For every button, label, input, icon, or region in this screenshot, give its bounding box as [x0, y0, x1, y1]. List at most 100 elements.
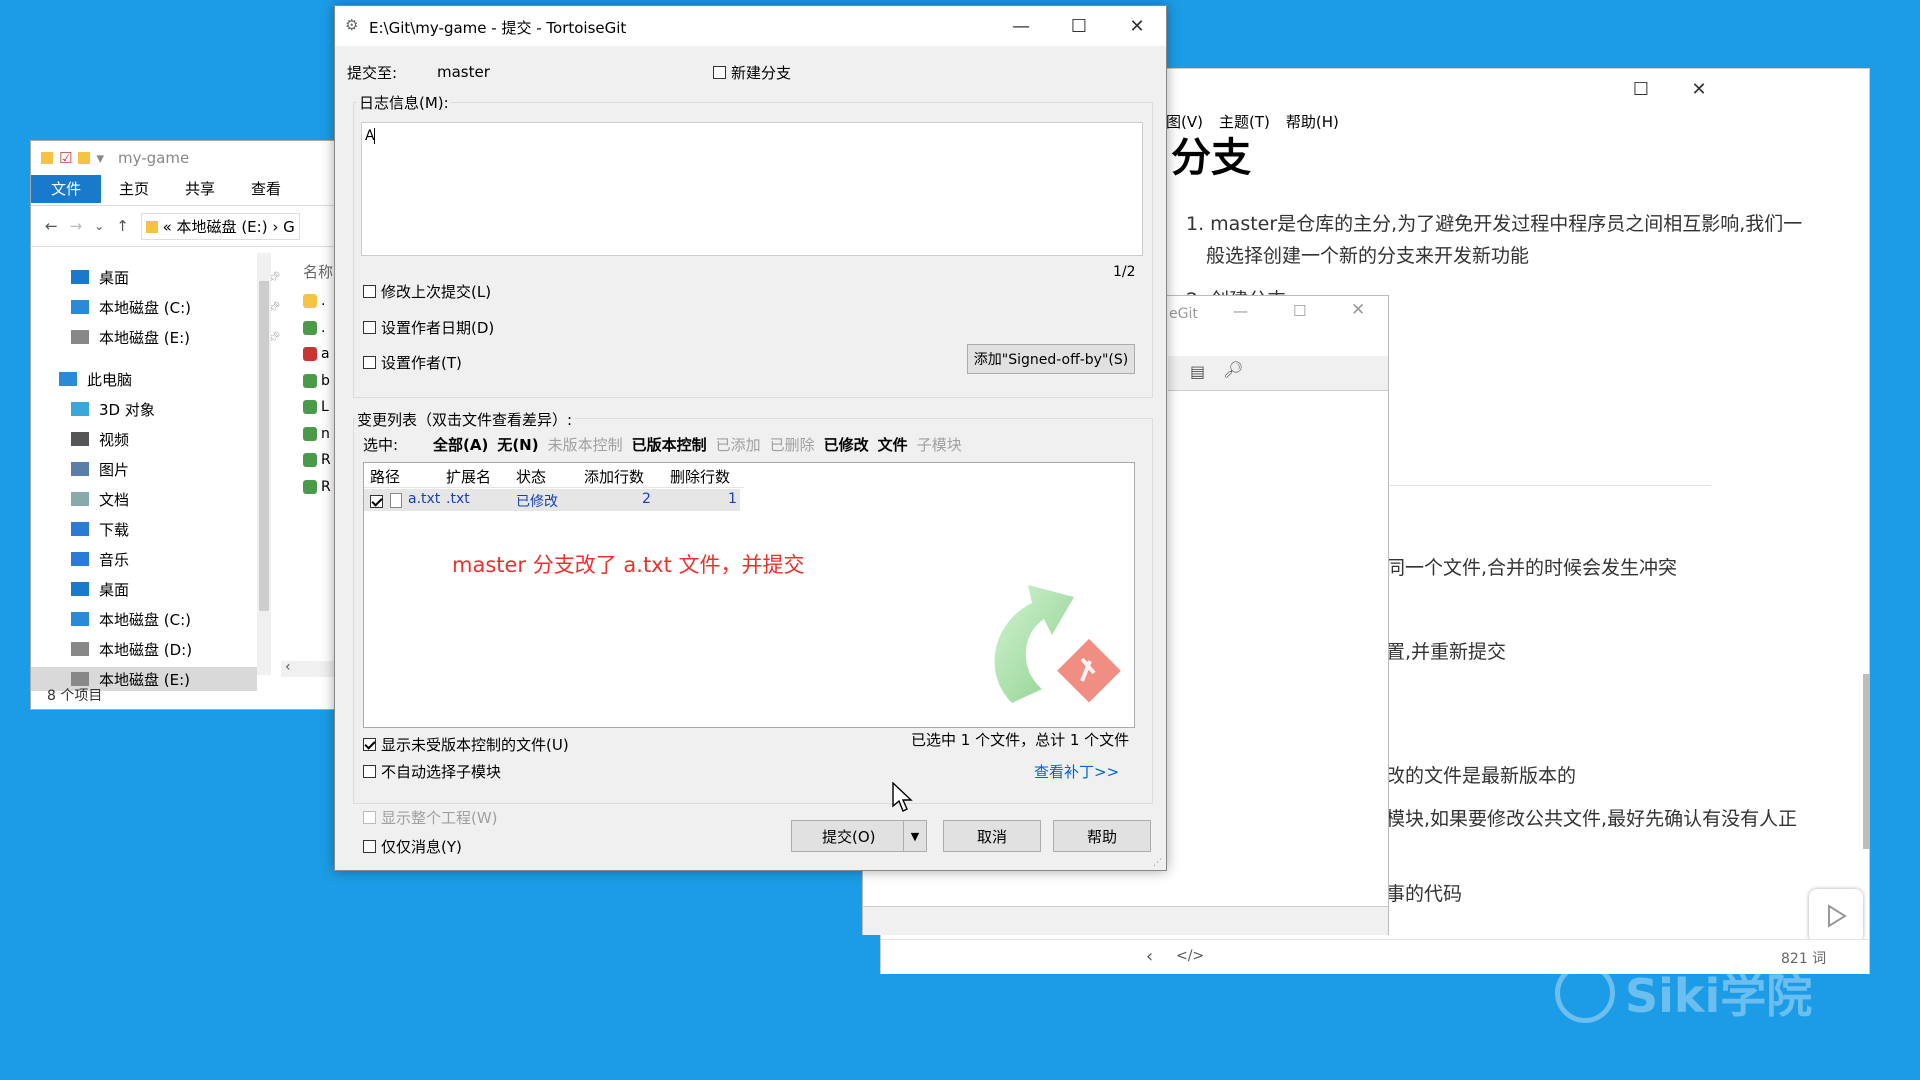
nav-scrollbar[interactable] [257, 253, 271, 675]
filter-link[interactable]: 无(N) [497, 434, 538, 455]
filter-link[interactable]: 已版本控制 [632, 434, 707, 455]
doc-close-button[interactable]: ✕ [1670, 69, 1728, 109]
no-autoselect-submodule-checkbox[interactable]: 不自动选择子模块 [363, 761, 501, 782]
ribbon-tab-view[interactable]: 查看 [233, 175, 299, 203]
sidebar-item[interactable]: 音乐 [71, 547, 129, 571]
commit-message-input[interactable]: A [361, 122, 1143, 256]
list-item[interactable]: R [303, 479, 331, 495]
filter-link[interactable]: 已修改 [824, 434, 869, 455]
log-minimize-button[interactable]: — [1233, 302, 1248, 320]
file-status-icon [303, 347, 317, 361]
new-branch-checkbox[interactable]: 新建分支 [713, 62, 791, 83]
sidebar-item[interactable]: 本地磁盘 (C:) 📌︎ [71, 295, 281, 319]
find-icon[interactable]: 🔎︎ [1223, 360, 1243, 379]
code-view-icon[interactable]: </> [1176, 948, 1204, 964]
file-column-name[interactable]: 名称 [303, 261, 333, 282]
table-row[interactable]: a.txt .txt 已修改 2 1 [364, 489, 740, 511]
commit-button-label: 提交(O) [822, 827, 876, 846]
help-button[interactable]: 帮助 [1053, 820, 1151, 852]
set-author-checkbox[interactable]: 设置作者(T) [363, 352, 462, 373]
dialog-close-button[interactable]: ✕ [1108, 6, 1166, 46]
file-list-view[interactable]: 路径 扩展名 状态 添加行数 删除行数 a.txt .txt 已修改 2 1 m… [363, 462, 1135, 728]
download-icon [71, 522, 89, 536]
show-unversioned-checkbox[interactable]: 显示未受版本控制的文件(U) [363, 734, 569, 755]
ribbon-tab-share[interactable]: 共享 [167, 175, 233, 203]
list-item[interactable]: . [303, 293, 325, 309]
commit-button[interactable]: 提交(O) ▼ [791, 820, 927, 852]
col-status[interactable]: 状态 [516, 466, 546, 487]
no-autoselect-box[interactable] [363, 765, 376, 778]
dropdown-icon[interactable]: ▾ [96, 149, 104, 167]
log-maximize-button[interactable]: ☐ [1293, 302, 1306, 320]
list-item[interactable]: . [303, 320, 325, 336]
message-only-label: 仅仅消息(Y) [381, 838, 462, 856]
sidebar-item[interactable]: 本地磁盘 (C:) [71, 607, 191, 631]
tortoisegit-commit-watermark-icon [994, 585, 1121, 703]
ribbon-tab-home[interactable]: 主页 [101, 175, 167, 203]
signed-off-by-button[interactable]: 添加"Signed-off-by"(S) [967, 344, 1135, 374]
chevron-left-icon[interactable]: ‹ [1146, 946, 1153, 967]
doc-menu-help[interactable]: 帮助(H) [1286, 111, 1339, 132]
resize-grip-icon[interactable]: ⋰ [1153, 858, 1162, 868]
sidebar-item[interactable]: 下载 [71, 517, 129, 541]
message-only-box[interactable] [363, 840, 376, 853]
file-checkbox[interactable] [370, 494, 383, 508]
set-author-box[interactable] [363, 356, 376, 369]
list-item[interactable]: b [303, 373, 330, 389]
sidebar-item[interactable]: 桌面 [71, 577, 129, 601]
explorer-ribbon: 文件 主页 共享 查看 [31, 175, 341, 203]
h-scrollbar[interactable]: ‹ [281, 659, 341, 677]
set-author-date-checkbox[interactable]: 设置作者日期(D) [363, 317, 494, 338]
sidebar-item[interactable]: 图片 [71, 457, 129, 481]
list-item[interactable]: a [303, 346, 330, 362]
forward-arrow-icon[interactable]: → [70, 217, 83, 235]
new-branch-box[interactable] [713, 66, 726, 79]
back-arrow-icon[interactable]: ← [45, 217, 58, 235]
doc-scrollbar[interactable] [1863, 674, 1870, 849]
col-ext[interactable]: 扩展名 [446, 466, 491, 487]
commit-dropdown-icon[interactable]: ▼ [903, 821, 926, 851]
sidebar-item-label: 本地磁盘 (E:) [99, 328, 191, 347]
ribbon-tab-file[interactable]: 文件 [31, 175, 101, 203]
sidebar-item[interactable]: 本地磁盘 (E:) 📌︎ [71, 325, 281, 349]
col-path[interactable]: 路径 [370, 466, 400, 487]
folder-icon [145, 221, 158, 233]
doc-maximize-button[interactable]: ☐ [1612, 69, 1670, 109]
up-arrow-icon[interactable]: ↑ [116, 217, 129, 235]
address-path[interactable]: « 本地磁盘 (E:) › G [140, 212, 300, 240]
sidebar-item[interactable]: 3D 对象 [71, 397, 155, 421]
sidebar-item[interactable]: 本地磁盘 (D:) [71, 637, 192, 661]
dialog-minimize-button[interactable]: — [992, 6, 1050, 46]
cancel-button[interactable]: 取消 [943, 820, 1041, 852]
text-cursor [374, 128, 375, 144]
sidebar-item[interactable]: 文档 [71, 487, 129, 511]
show-unversioned-box[interactable] [363, 738, 376, 751]
amend-checkbox[interactable]: 修改上次提交(L) [363, 281, 491, 302]
col-deleted[interactable]: 删除行数 [670, 466, 730, 487]
filter-link[interactable]: 全部(A) [433, 434, 488, 455]
view-patch-link[interactable]: 查看补丁>> [1034, 761, 1119, 782]
chevron-left-icon[interactable]: ‹ [285, 659, 291, 675]
list-item[interactable]: n [303, 426, 330, 442]
nav-scroll-thumb[interactable] [259, 281, 269, 611]
dialog-maximize-button[interactable]: ☐ [1050, 6, 1108, 46]
folder-icon [78, 152, 91, 164]
sidebar-item[interactable]: 此电脑 [59, 367, 132, 391]
checkbox-icon[interactable]: ☑ [59, 149, 72, 167]
col-added[interactable]: 添加行数 [584, 466, 644, 487]
chevron-down-icon[interactable]: ⌄ [94, 219, 104, 233]
file-status-icon [303, 479, 317, 494]
doc-play-button[interactable] [1809, 889, 1863, 943]
list-item[interactable]: L [303, 399, 329, 415]
list-icon[interactable]: ▤ [1190, 362, 1205, 381]
list-item[interactable]: R [303, 452, 331, 468]
commit-to-label: 提交至: [347, 64, 398, 82]
filter-link[interactable]: 文件 [878, 434, 908, 455]
message-only-checkbox[interactable]: 仅仅消息(Y) [363, 836, 462, 857]
sidebar-item[interactable]: 视频 [71, 427, 129, 451]
sidebar-item[interactable]: 桌面 📌︎ [71, 265, 281, 289]
set-date-box[interactable] [363, 321, 376, 334]
sidebar-item-label: 下载 [99, 520, 130, 539]
amend-box[interactable] [363, 285, 376, 298]
log-close-button[interactable]: ✕ [1351, 300, 1365, 320]
